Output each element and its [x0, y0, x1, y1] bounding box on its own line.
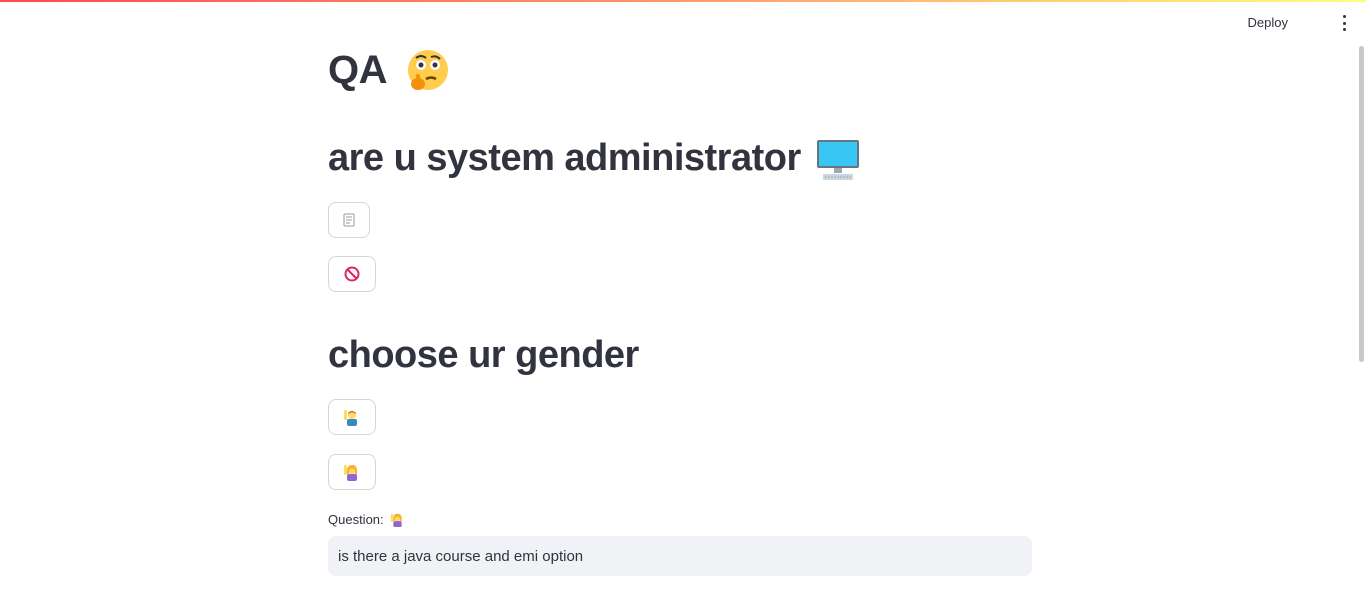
app-header: Deploy [0, 0, 1366, 46]
page-title-text: QA [328, 48, 386, 92]
thinking-face-icon [408, 50, 449, 91]
question-label: Question: [328, 512, 405, 527]
admin-question-heading: are u system administrator [328, 134, 861, 183]
no-admin-button[interactable] [328, 256, 376, 292]
question-input-value: is there a java course and emi option [338, 547, 584, 565]
kebab-menu-icon[interactable] [1340, 15, 1348, 31]
check-mark-icon [343, 213, 355, 227]
yes-admin-button[interactable] [328, 202, 370, 238]
question-input[interactable]: is there a java course and emi option [328, 536, 1032, 576]
gender-question-heading: choose ur gender [328, 334, 639, 376]
man-raising-hand-icon [344, 410, 357, 426]
desktop-computer-icon [816, 139, 859, 180]
woman-raising-hand-icon [390, 513, 402, 527]
deploy-button[interactable]: Deploy [1248, 15, 1288, 30]
prohibited-icon [344, 266, 360, 282]
male-gender-button[interactable] [328, 399, 376, 435]
page-title: QA [328, 46, 452, 96]
admin-question-text: are u system administrator [328, 137, 801, 179]
question-label-text: Question: [328, 512, 384, 527]
scrollbar-thumb[interactable] [1359, 46, 1364, 362]
woman-raising-hand-icon [344, 465, 357, 481]
female-gender-button[interactable] [328, 454, 376, 490]
